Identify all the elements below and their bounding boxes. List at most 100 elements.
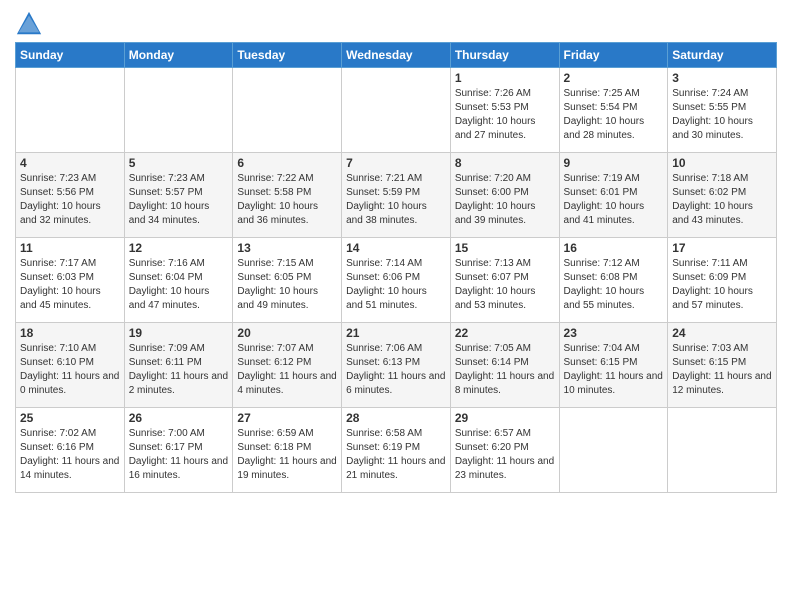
calendar-cell: 8Sunrise: 7:20 AM Sunset: 6:00 PM Daylig… <box>450 153 559 238</box>
day-number: 27 <box>237 411 337 425</box>
calendar-cell: 26 Sunrise: 7:00 AM Sunset: 6:17 PM Dayli… <box>124 408 233 493</box>
cell-content: Sunrise: 7:23 AM Sunset: 5:56 PM Dayligh… <box>20 172 120 228</box>
calendar-cell: 17 Sunrise: 7:11 AM Sunset: 6:09 PM Dayli… <box>668 238 777 323</box>
day-number: 5 <box>129 156 229 170</box>
cell-content: Sunrise: 7:20 AM Sunset: 6:00 PM Dayligh… <box>455 172 555 228</box>
cell-content: Sunrise: 7:18 AM Sunset: 6:02 PM Dayligh… <box>672 172 772 228</box>
cell-content: Sunrise: 7:19 AM Sunset: 6:01 PM Dayligh… <box>564 172 664 228</box>
calendar-cell <box>668 408 777 493</box>
weekday-header: Friday <box>559 43 668 68</box>
day-number: 24 <box>672 326 772 340</box>
calendar-week-row: 4 Sunrise: 7:23 AM Sunset: 5:56 PM Daylig… <box>16 153 777 238</box>
calendar-cell: 24 Sunrise: 7:03 AM Sunset: 6:15 PM Dayli… <box>668 323 777 408</box>
calendar-cell: 23 Sunrise: 7:04 AM Sunset: 6:15 PM Dayli… <box>559 323 668 408</box>
calendar-cell: 10 Sunrise: 7:18 AM Sunset: 6:02 PM Dayli… <box>668 153 777 238</box>
calendar-cell: 29Sunrise: 6:57 AM Sunset: 6:20 PM Dayli… <box>450 408 559 493</box>
weekday-header: Saturday <box>668 43 777 68</box>
cell-content: Sunrise: 7:13 AM Sunset: 6:07 PM Dayligh… <box>455 257 555 313</box>
calendar-week-row: 25 Sunrise: 7:02 AM Sunset: 6:16 PM Dayli… <box>16 408 777 493</box>
cell-content: Sunrise: 6:58 AM Sunset: 6:19 PM Dayligh… <box>346 427 446 483</box>
cell-content: Sunrise: 7:12 AM Sunset: 6:08 PM Dayligh… <box>564 257 664 313</box>
day-number: 21 <box>346 326 446 340</box>
calendar-cell: 19Sunrise: 7:09 AM Sunset: 6:11 PM Dayli… <box>124 323 233 408</box>
weekday-header: Tuesday <box>233 43 342 68</box>
cell-content: Sunrise: 7:07 AM Sunset: 6:12 PM Dayligh… <box>237 342 337 398</box>
calendar-cell: 20 Sunrise: 7:07 AM Sunset: 6:12 PM Dayli… <box>233 323 342 408</box>
calendar-cell <box>559 408 668 493</box>
day-number: 16 <box>564 241 664 255</box>
calendar-cell <box>233 68 342 153</box>
cell-content: Sunrise: 7:16 AM Sunset: 6:04 PM Dayligh… <box>129 257 229 313</box>
day-number: 3 <box>672 71 772 85</box>
weekday-header: Thursday <box>450 43 559 68</box>
calendar-cell: 4 Sunrise: 7:23 AM Sunset: 5:56 PM Daylig… <box>16 153 125 238</box>
cell-content: Sunrise: 7:10 AM Sunset: 6:10 PM Dayligh… <box>20 342 120 398</box>
weekday-header: Wednesday <box>342 43 451 68</box>
cell-content: Sunrise: 7:22 AM Sunset: 5:58 PM Dayligh… <box>237 172 337 228</box>
cell-content: Sunrise: 7:05 AM Sunset: 6:14 PM Dayligh… <box>455 342 555 398</box>
day-number: 23 <box>564 326 664 340</box>
day-number: 20 <box>237 326 337 340</box>
header-row: SundayMondayTuesdayWednesdayThursdayFrid… <box>16 43 777 68</box>
cell-content: Sunrise: 7:03 AM Sunset: 6:15 PM Dayligh… <box>672 342 772 398</box>
day-number: 15 <box>455 241 555 255</box>
header <box>15 10 777 38</box>
day-number: 7 <box>346 156 446 170</box>
day-number: 18 <box>20 326 120 340</box>
calendar-cell: 22 Sunrise: 7:05 AM Sunset: 6:14 PM Dayli… <box>450 323 559 408</box>
calendar-cell <box>16 68 125 153</box>
day-number: 26 <box>129 411 229 425</box>
cell-content: Sunrise: 7:02 AM Sunset: 6:16 PM Dayligh… <box>20 427 120 483</box>
cell-content: Sunrise: 7:23 AM Sunset: 5:57 PM Dayligh… <box>129 172 229 228</box>
cell-content: Sunrise: 7:14 AM Sunset: 6:06 PM Dayligh… <box>346 257 446 313</box>
cell-content: Sunrise: 7:04 AM Sunset: 6:15 PM Dayligh… <box>564 342 664 398</box>
day-number: 10 <box>672 156 772 170</box>
cell-content: Sunrise: 7:21 AM Sunset: 5:59 PM Dayligh… <box>346 172 446 228</box>
calendar-cell: 28 Sunrise: 6:58 AM Sunset: 6:19 PM Dayli… <box>342 408 451 493</box>
day-number: 17 <box>672 241 772 255</box>
cell-content: Sunrise: 6:57 AM Sunset: 6:20 PM Dayligh… <box>455 427 555 483</box>
cell-content: Sunrise: 7:25 AM Sunset: 5:54 PM Dayligh… <box>564 87 664 143</box>
day-number: 28 <box>346 411 446 425</box>
day-number: 2 <box>564 71 664 85</box>
calendar-cell: 16 Sunrise: 7:12 AM Sunset: 6:08 PM Dayli… <box>559 238 668 323</box>
logo-icon <box>15 10 43 38</box>
calendar-cell: 6Sunrise: 7:22 AM Sunset: 5:58 PM Daylig… <box>233 153 342 238</box>
cell-content: Sunrise: 7:00 AM Sunset: 6:17 PM Dayligh… <box>129 427 229 483</box>
calendar-cell: 3 Sunrise: 7:24 AM Sunset: 5:55 PM Daylig… <box>668 68 777 153</box>
day-number: 22 <box>455 326 555 340</box>
cell-content: Sunrise: 6:59 AM Sunset: 6:18 PM Dayligh… <box>237 427 337 483</box>
day-number: 13 <box>237 241 337 255</box>
calendar-cell: 12 Sunrise: 7:16 AM Sunset: 6:04 PM Dayli… <box>124 238 233 323</box>
day-number: 4 <box>20 156 120 170</box>
calendar-cell: 11Sunrise: 7:17 AM Sunset: 6:03 PM Dayli… <box>16 238 125 323</box>
calendar-cell: 18 Sunrise: 7:10 AM Sunset: 6:10 PM Dayli… <box>16 323 125 408</box>
calendar-cell <box>342 68 451 153</box>
calendar-cell: 15 Sunrise: 7:13 AM Sunset: 6:07 PM Dayli… <box>450 238 559 323</box>
calendar-cell: 13 Sunrise: 7:15 AM Sunset: 6:05 PM Dayli… <box>233 238 342 323</box>
calendar-table: SundayMondayTuesdayWednesdayThursdayFrid… <box>15 42 777 493</box>
day-number: 19 <box>129 326 229 340</box>
calendar-week-row: 18 Sunrise: 7:10 AM Sunset: 6:10 PM Dayli… <box>16 323 777 408</box>
calendar-cell <box>124 68 233 153</box>
calendar-cell: 1Sunrise: 7:26 AM Sunset: 5:53 PM Daylig… <box>450 68 559 153</box>
calendar-week-row: 11Sunrise: 7:17 AM Sunset: 6:03 PM Dayli… <box>16 238 777 323</box>
day-number: 12 <box>129 241 229 255</box>
page: SundayMondayTuesdayWednesdayThursdayFrid… <box>0 0 792 503</box>
day-number: 9 <box>564 156 664 170</box>
calendar-cell: 9 Sunrise: 7:19 AM Sunset: 6:01 PM Daylig… <box>559 153 668 238</box>
cell-content: Sunrise: 7:24 AM Sunset: 5:55 PM Dayligh… <box>672 87 772 143</box>
cell-content: Sunrise: 7:15 AM Sunset: 6:05 PM Dayligh… <box>237 257 337 313</box>
calendar-week-row: 1Sunrise: 7:26 AM Sunset: 5:53 PM Daylig… <box>16 68 777 153</box>
cell-content: Sunrise: 7:11 AM Sunset: 6:09 PM Dayligh… <box>672 257 772 313</box>
cell-content: Sunrise: 7:17 AM Sunset: 6:03 PM Dayligh… <box>20 257 120 313</box>
calendar-cell: 21Sunrise: 7:06 AM Sunset: 6:13 PM Dayli… <box>342 323 451 408</box>
calendar-cell: 27 Sunrise: 6:59 AM Sunset: 6:18 PM Dayli… <box>233 408 342 493</box>
calendar-cell: 14Sunrise: 7:14 AM Sunset: 6:06 PM Dayli… <box>342 238 451 323</box>
day-number: 1 <box>455 71 555 85</box>
logo <box>15 10 47 38</box>
day-number: 25 <box>20 411 120 425</box>
calendar-cell: 5 Sunrise: 7:23 AM Sunset: 5:57 PM Daylig… <box>124 153 233 238</box>
calendar-cell: 2 Sunrise: 7:25 AM Sunset: 5:54 PM Daylig… <box>559 68 668 153</box>
calendar-cell: 25 Sunrise: 7:02 AM Sunset: 6:16 PM Dayli… <box>16 408 125 493</box>
